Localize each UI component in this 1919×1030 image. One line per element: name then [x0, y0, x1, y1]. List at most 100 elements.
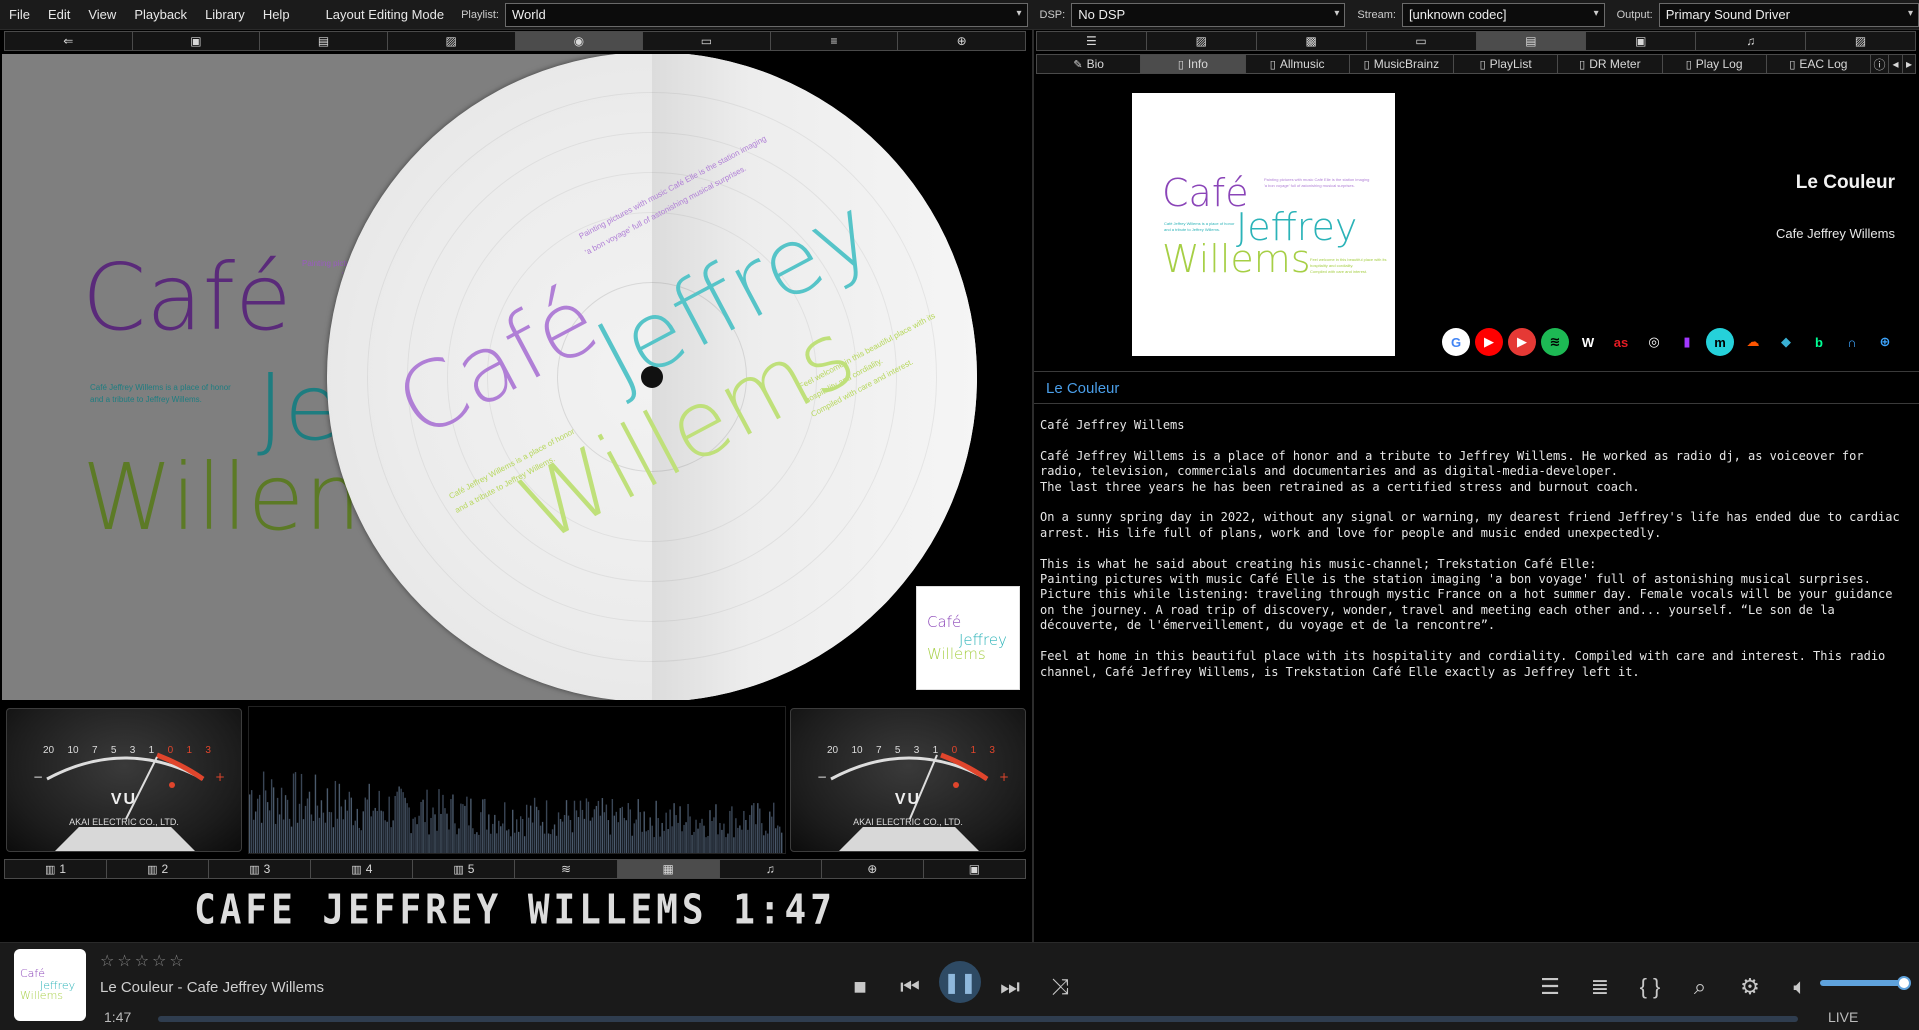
tab-musicbrainz[interactable]: ▯ MusicBrainz — [1348, 54, 1453, 74]
art-toolbar-stack-button[interactable]: ≡ — [769, 31, 898, 51]
info-toolbar-photo-button[interactable]: ▩ — [1255, 31, 1366, 51]
spectrum-bar — [699, 822, 701, 853]
spectrum-bar — [332, 827, 335, 853]
mini-album-cover[interactable]: Café Jeffrey Willems — [916, 586, 1020, 690]
art-toolbar-archive-button[interactable]: ▤ — [259, 31, 387, 51]
info-toolbar-image2-button[interactable]: ▨ — [1805, 31, 1916, 51]
info-toolbar-archive-button[interactable]: ▣ — [1585, 31, 1696, 51]
spectrum-bar — [561, 821, 564, 853]
www-icon[interactable]: ⊕ — [1871, 328, 1899, 356]
art-toolbar-caption-button[interactable]: ▭ — [642, 31, 770, 51]
youtube-music-icon[interactable]: ▶ — [1508, 328, 1536, 356]
info-toolbar-document-button[interactable]: ▤ — [1475, 31, 1586, 51]
spectrum-bar — [316, 805, 319, 853]
code-braces-button[interactable]: { } — [1634, 971, 1666, 1003]
stop-button[interactable]: ■ — [844, 971, 876, 1003]
seek-bar[interactable] — [158, 1016, 1798, 1022]
menu-playback[interactable]: Playback — [125, 0, 196, 30]
menu-layout-editing-mode[interactable]: Layout Editing Mode — [317, 0, 454, 30]
visual-tab-3[interactable]: ▥ 3 — [208, 859, 311, 879]
tab-scroll-right[interactable]: ▸ — [1902, 54, 1916, 74]
output-select[interactable]: Primary Sound Driver ▾ — [1658, 2, 1919, 27]
spectrum-bar — [476, 832, 478, 853]
vu-meter-right: − + 20 10 7 5 3 1 0 1 3 VU AKAI ELECTRIC… — [790, 708, 1026, 852]
art-toolbar-disc-button[interactable]: ◉ — [514, 31, 643, 51]
art-toolbar-box-button[interactable]: ▣ — [131, 31, 260, 51]
link-icons: G ▶ ▶ ≋ Was ◎ ▮ m ☁ ◆ b ∩ ⊕ — [1442, 328, 1899, 356]
tab-playlist[interactable]: ▯ PlayList — [1453, 54, 1558, 74]
visual-tab-2[interactable]: ▥ 2 — [106, 859, 209, 879]
soundcloud-icon[interactable]: ☁ — [1739, 328, 1767, 356]
art-toolbar-image-button[interactable]: ▨ — [386, 31, 515, 51]
menu-view[interactable]: View — [79, 0, 125, 30]
playlist-music-button[interactable]: ≣ — [1584, 971, 1616, 1003]
volume-slider[interactable] — [1820, 980, 1904, 986]
discogs-icon[interactable]: ◎ — [1640, 328, 1668, 356]
menu-edit[interactable]: Edit — [39, 0, 79, 30]
album-cover[interactable]: Café Jeffrey Willems Painting pictures w… — [1132, 93, 1395, 356]
visual-tab-display[interactable]: ▦ — [616, 859, 719, 879]
visual-tab-calendar[interactable]: ▣ — [922, 859, 1026, 879]
search-button[interactable]: ⌕ — [1684, 971, 1716, 1003]
tab-info[interactable]: ▯ Info — [1140, 54, 1245, 74]
tab-bio[interactable]: ✎ Bio — [1036, 54, 1141, 74]
visual-tab-1[interactable]: ▥ 1 — [4, 859, 107, 879]
google-icon[interactable]: G — [1442, 328, 1470, 356]
visual-tab-5[interactable]: ▥ 5 — [412, 859, 515, 879]
info-toolbar-list-button[interactable]: ☰ — [1036, 31, 1146, 51]
previous-button[interactable]: ⏮ — [894, 971, 926, 1003]
youtube-icon[interactable]: ▶ — [1475, 328, 1503, 356]
visual-tab-globe[interactable]: ⊕ — [820, 859, 923, 879]
rating-stars[interactable]: ☆☆☆☆☆ — [100, 951, 187, 971]
pause-button[interactable]: ❚❚ — [939, 961, 981, 1003]
visual-tab-music[interactable]: ♫ — [718, 859, 821, 879]
tab-dr-meter[interactable]: ▯ DR Meter — [1557, 54, 1662, 74]
next-button[interactable]: ⏭ — [994, 971, 1026, 1003]
spectrum-bar — [773, 802, 775, 853]
dsp-select[interactable]: No DSP ▾ — [1071, 2, 1346, 27]
deezer-icon[interactable]: ▮ — [1673, 328, 1701, 356]
add-to-queue-button[interactable]: ☰ — [1534, 971, 1566, 1003]
vu-scale-label: 1 — [932, 745, 939, 756]
art-toolbar-target-button[interactable]: ⊕ — [897, 31, 1026, 51]
tidal-icon[interactable]: ◆ — [1772, 328, 1800, 356]
settings-button[interactable]: ⚙ — [1734, 971, 1766, 1003]
art-caption-1: Café Jeffrey Willems is a place of honor — [90, 383, 231, 392]
bio-paragraph: This is what he said about creating his … — [1040, 556, 1893, 633]
spectrum-bar — [571, 832, 574, 853]
visual-tab-4[interactable]: ▥ 4 — [310, 859, 413, 879]
info-circle-icon: ⓘ — [1873, 57, 1886, 72]
info-toolbar-caption-button[interactable]: ▭ — [1365, 31, 1476, 51]
headphones-icon[interactable]: ∩ — [1838, 328, 1866, 356]
player-album-cover[interactable]: Café Jeffrey Willems — [14, 949, 86, 1021]
menu-file[interactable]: File — [0, 0, 39, 30]
vu-scale-label: 1 — [148, 745, 155, 756]
spectrum-bar — [268, 810, 271, 853]
beatport-icon[interactable]: b — [1805, 328, 1833, 356]
spotify-icon[interactable]: ≋ — [1541, 328, 1569, 356]
tab-play-log[interactable]: ▯ Play Log — [1661, 54, 1766, 74]
tab-info-circle[interactable]: ⓘ — [1870, 54, 1888, 74]
visual-tab-label: 1 — [59, 862, 67, 876]
lastfm-icon[interactable]: as — [1607, 328, 1635, 356]
volume-slider-knob[interactable] — [1897, 976, 1911, 990]
menu-library[interactable]: Library — [196, 0, 254, 30]
stream-select[interactable]: [unknown codec] ▾ — [1401, 2, 1605, 27]
visual-tab-waves[interactable]: ≋ — [514, 859, 617, 879]
menu-help[interactable]: Help — [254, 0, 299, 30]
shuffle-button[interactable]: ⤨ — [1044, 971, 1076, 1003]
amazon-music-icon[interactable]: m — [1706, 328, 1734, 356]
tab-scroll-left[interactable]: ◂ — [1888, 54, 1902, 74]
spectrum-bar — [655, 800, 657, 853]
info-toolbar-image-button[interactable]: ▨ — [1145, 31, 1256, 51]
spectrum-bar — [599, 815, 602, 853]
info-toolbar-music-button[interactable]: ♫ — [1695, 31, 1806, 51]
tab-allmusic[interactable]: ▯ Allmusic — [1244, 54, 1349, 74]
art-toolbar-back-button[interactable]: ⇐ — [4, 31, 132, 51]
vu-scale-label: 3 — [989, 745, 995, 756]
spectrum-bar — [645, 831, 647, 853]
playlist-select[interactable]: World ▾ — [505, 2, 1028, 27]
volume-button[interactable]: 🔈︎ — [1784, 971, 1816, 1003]
tab-eac-log[interactable]: ▯ EAC Log — [1765, 54, 1870, 74]
wikipedia-icon[interactable]: W — [1574, 328, 1602, 356]
